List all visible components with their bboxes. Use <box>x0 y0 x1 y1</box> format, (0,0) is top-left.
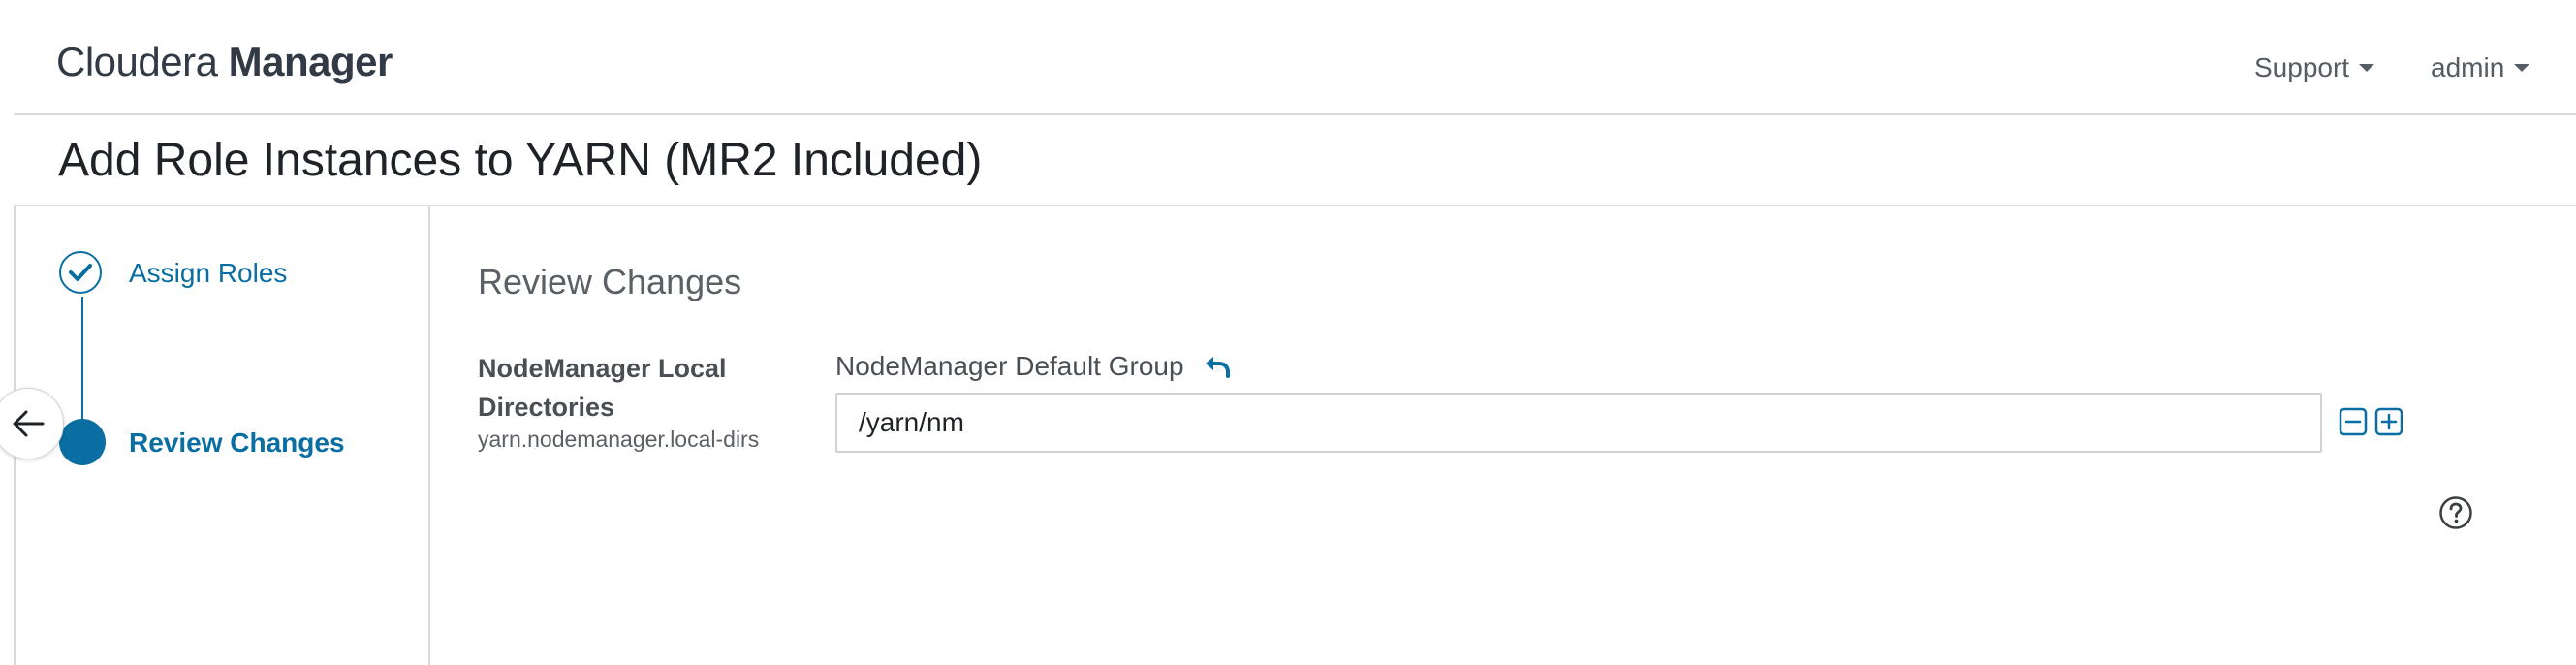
config-group: NodeManager Default Group <box>835 351 1231 382</box>
undo-icon[interactable] <box>1204 355 1231 378</box>
step-current-indicator <box>59 419 106 465</box>
support-menu[interactable]: Support <box>2254 52 2375 83</box>
step-assign-roles[interactable]: Assign Roles <box>129 258 287 289</box>
local-dirs-input[interactable] <box>835 393 2322 453</box>
check-icon <box>69 264 92 281</box>
caret-down-icon <box>2359 64 2375 72</box>
help-circle-icon[interactable] <box>2438 495 2473 530</box>
user-menu-label: admin <box>2431 52 2505 82</box>
plus-square-icon[interactable] <box>2374 407 2403 436</box>
step-complete-indicator <box>59 251 102 294</box>
step-connector <box>81 297 83 425</box>
caret-down-icon <box>2514 64 2530 72</box>
config-group-label: NodeManager Default Group <box>835 351 1184 381</box>
arrow-left-icon <box>13 410 45 437</box>
brand-name-bold: Manager <box>228 39 393 84</box>
section-title: Review Changes <box>478 262 742 301</box>
header-divider <box>14 113 2576 115</box>
page-title: Add Role Instances to YARN (MR2 Included… <box>58 135 983 186</box>
property-display-name: NodeManager Local Directories <box>478 354 727 422</box>
user-menu[interactable]: admin <box>2431 52 2530 83</box>
support-menu-label: Support <box>2254 52 2350 82</box>
brand-name-light: Cloudera <box>56 39 218 84</box>
step-review-changes[interactable]: Review Changes <box>129 428 345 459</box>
minus-square-icon[interactable] <box>2339 407 2368 436</box>
brand-logo[interactable]: Cloudera Manager <box>56 39 393 85</box>
top-navbar: Cloudera Manager Support admin <box>0 0 2576 114</box>
property-key: yarn.nodemanager.local-dirs <box>478 427 760 452</box>
